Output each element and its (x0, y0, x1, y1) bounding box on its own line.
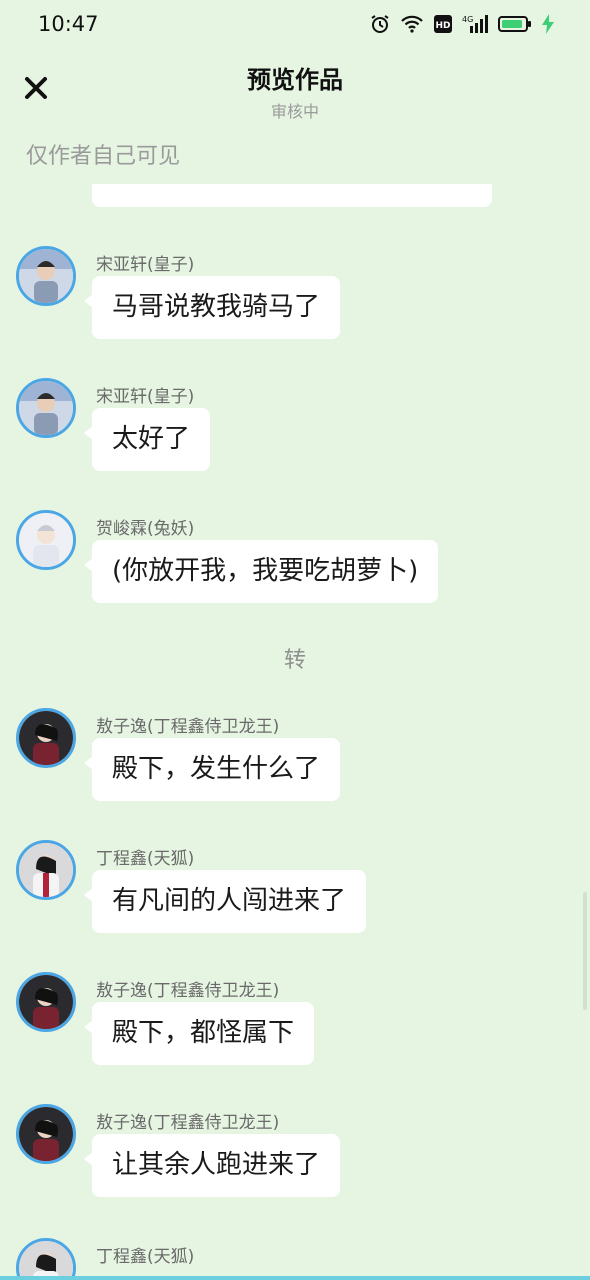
charging-icon (542, 14, 554, 34)
sender-name: 敖子逸(丁程鑫侍卫龙王) (96, 717, 280, 737)
message-bubble[interactable]: 太好了 (83, 408, 211, 471)
status-icons: HD 4G (370, 14, 554, 34)
message-bubble[interactable]: 马哥说教我骑马了 (83, 276, 341, 339)
avatar[interactable] (16, 510, 76, 570)
avatar[interactable] (16, 246, 76, 306)
avatar[interactable] (16, 1238, 76, 1280)
page-title: 预览作品 (247, 66, 343, 94)
message-bubble[interactable]: 殿下，都怪属下 (83, 1002, 315, 1065)
avatar[interactable] (16, 378, 76, 438)
sender-name: 宋亚轩(皇子) (96, 255, 195, 275)
bottom-strip (0, 1276, 590, 1280)
avatar[interactable] (16, 840, 76, 900)
sender-name: 贺峻霖(兔妖) (96, 519, 195, 539)
alarm-icon (370, 14, 390, 34)
status-time: 10:47 (38, 12, 99, 36)
chat-list[interactable]: ━━ ━ ━ ━━ ━━ ━ ━ 宋亚轩(皇子) 马哥说教我骑马了 宋亚轩(皇子… (0, 184, 590, 1280)
message-bubble[interactable]: 让其余人跑进来了 (83, 1134, 341, 1197)
message-bubble[interactable]: (你放开我，我要吃胡萝卜) (83, 540, 439, 603)
visibility-note: 仅作者自己可见 (26, 144, 181, 169)
avatar[interactable] (16, 972, 76, 1032)
wifi-icon (400, 15, 424, 33)
signal-4g-icon: 4G (462, 14, 488, 34)
avatar[interactable] (16, 1104, 76, 1164)
hd-label: HD (435, 21, 450, 31)
battery-icon (498, 15, 532, 33)
sender-name: 丁程鑫(天狐) (96, 1247, 195, 1267)
sender-name: 宋亚轩(皇子) (96, 387, 195, 407)
scene-divider: 转 (283, 648, 306, 673)
review-status: 审核中 (270, 102, 319, 121)
sender-name: 敖子逸(丁程鑫侍卫龙王) (96, 1113, 280, 1133)
message-bubble[interactable]: 殿下，发生什么了 (83, 738, 341, 801)
hd-icon: HD (434, 15, 452, 33)
header: 预览作品 审核中 (0, 52, 590, 132)
sender-name: 敖子逸(丁程鑫侍卫龙王) (96, 981, 280, 1001)
sender-name: 丁程鑫(天狐) (96, 849, 195, 869)
scrollbar[interactable] (583, 892, 587, 1010)
previous-message-bubble: ━━ ━ ━ ━━ ━━ ━ ━ (92, 184, 492, 207)
status-bar: 10:47 HD 4G (0, 0, 590, 52)
avatar[interactable] (16, 708, 76, 768)
signal-label: 4G (462, 15, 473, 24)
message-bubble[interactable]: 有凡间的人闯进来了 (83, 870, 367, 933)
